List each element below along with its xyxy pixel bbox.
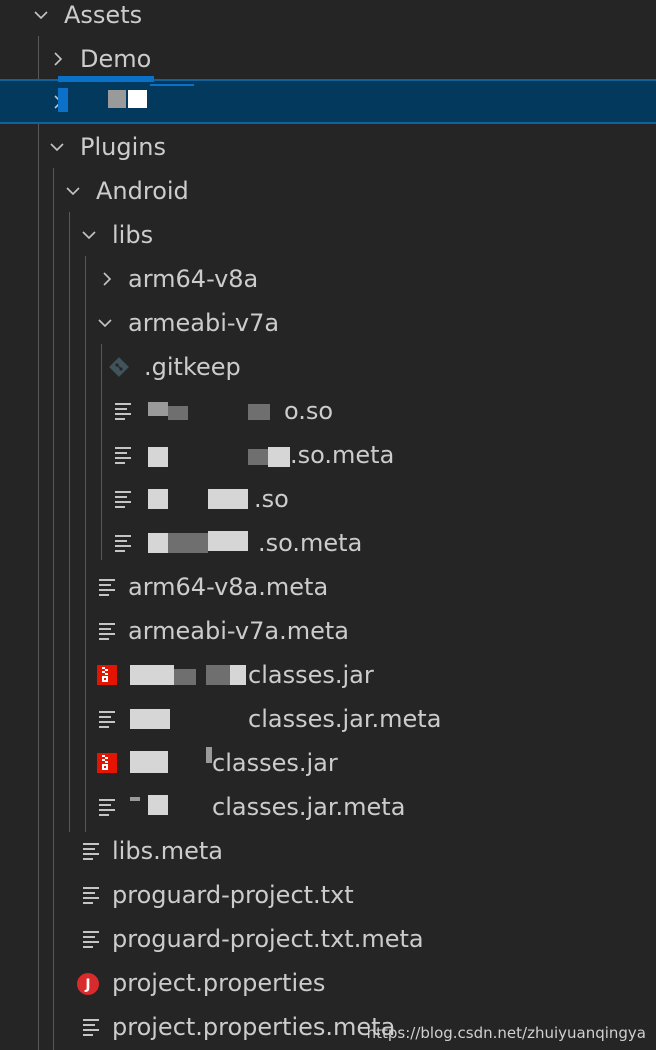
tree-item-label: proguard-project.txt	[112, 881, 354, 909]
chevron-down-icon	[95, 313, 115, 333]
tree-item-demo[interactable]: Demo	[0, 37, 656, 81]
tree-item-label: Assets	[64, 1, 143, 29]
redacted-block	[230, 665, 246, 685]
tree-item-classes-jar-meta[interactable]: classes.jar.meta	[0, 697, 656, 741]
lines-file-icon	[81, 884, 103, 906]
lines-file-icon	[97, 576, 119, 598]
lines-file-icon	[113, 444, 135, 466]
tree-item-label: o.so	[284, 397, 334, 425]
git-diamond-icon	[108, 356, 130, 378]
lines-file-icon	[97, 708, 119, 730]
tree-item-project-properties[interactable]: J project.properties	[0, 961, 656, 1005]
tree-item-classes-jar[interactable]: classes.jar	[0, 741, 656, 785]
tree-item-label: .gitkeep	[144, 353, 241, 381]
lines-file-icon	[113, 488, 135, 510]
lines-file-icon	[81, 840, 103, 862]
tree-item-label: classes.jar	[248, 661, 374, 689]
tree-item-android[interactable]: Android	[0, 169, 656, 213]
chevron-down-icon	[79, 225, 99, 245]
redacted-block	[130, 665, 174, 685]
chevron-down-icon	[31, 5, 51, 25]
redacted-block	[168, 533, 208, 553]
tree-item-plugins[interactable]: Plugins	[0, 125, 656, 169]
svg-text:J: J	[84, 977, 90, 993]
redacted-block	[130, 751, 168, 773]
jar-file-icon	[96, 752, 118, 774]
tree-item-armeabi-v7a[interactable]: armeabi-v7a	[0, 301, 656, 345]
tree-item-label: proguard-project.txt.meta	[112, 925, 424, 953]
tree-item-label: armeabi-v7a	[128, 309, 280, 337]
explorer-tree: Assets Demo Plugins Android libs arm64-v…	[0, 0, 656, 1050]
lines-file-icon	[97, 796, 119, 818]
redacted-block	[128, 90, 147, 108]
tree-item-label: .so.meta	[290, 441, 395, 469]
jar-file-icon	[96, 664, 118, 686]
tree-item-so-meta-file[interactable]: .so.meta	[0, 433, 656, 477]
tree-item-label: project.properties.meta	[112, 1013, 396, 1041]
redacted-block	[130, 797, 140, 801]
lines-file-icon	[81, 928, 103, 950]
redacted-block	[148, 533, 168, 553]
java-properties-icon: J	[76, 972, 99, 995]
tree-item-arm64-v8a[interactable]: arm64-v8a	[0, 257, 656, 301]
tree-item-label: project.properties	[112, 969, 326, 997]
redacted-block	[148, 489, 168, 509]
lines-file-icon	[113, 400, 135, 422]
tree-item-so-meta-file[interactable]: .so.meta	[0, 521, 656, 565]
redaction-mark	[58, 76, 154, 82]
lines-file-icon	[81, 1016, 103, 1038]
redacted-block	[130, 709, 170, 729]
tree-item-label: arm64-v8a.meta	[128, 573, 329, 601]
tree-item-libs[interactable]: libs	[0, 213, 656, 257]
tree-item-label: classes.jar.meta	[212, 793, 406, 821]
tree-item-label: Plugins	[80, 133, 166, 161]
tree-item-libs-meta[interactable]: libs.meta	[0, 829, 656, 873]
tree-item-classes-jar-meta[interactable]: classes.jar.meta	[0, 785, 656, 829]
tree-item-label: Demo	[80, 45, 152, 73]
tree-item-armeabi-v7a-meta[interactable]: armeabi-v7a.meta	[0, 609, 656, 653]
tree-item-so-file[interactable]: .so	[0, 477, 656, 521]
lines-file-icon	[113, 532, 135, 554]
redaction-mark	[150, 84, 194, 86]
redacted-block	[168, 406, 188, 420]
chevron-right-icon	[48, 49, 68, 69]
tree-item-label: libs.meta	[112, 837, 223, 865]
redaction-mark	[58, 88, 68, 112]
redacted-block	[248, 404, 270, 420]
tree-item-label: armeabi-v7a.meta	[128, 617, 349, 645]
lines-file-icon	[97, 620, 119, 642]
tree-item-label: arm64-v8a	[128, 265, 259, 293]
tree-item-label: .so.meta	[258, 529, 363, 557]
redacted-block	[206, 665, 230, 685]
redacted-block	[208, 531, 248, 551]
tree-item-arm64-v8a-meta[interactable]: arm64-v8a.meta	[0, 565, 656, 609]
tree-item-label: libs	[112, 221, 154, 249]
redacted-block	[208, 489, 248, 509]
redacted-block	[174, 669, 196, 685]
redacted-block	[148, 795, 168, 815]
tree-item-assets[interactable]: Assets	[0, 0, 656, 37]
tree-item-classes-jar[interactable]: classes.jar	[0, 653, 656, 697]
tree-item-gitkeep[interactable]: .gitkeep	[0, 345, 656, 389]
chevron-down-icon	[63, 181, 83, 201]
redacted-block	[248, 449, 268, 465]
tree-item-proguard-txt[interactable]: proguard-project.txt	[0, 873, 656, 917]
chevron-down-icon	[47, 137, 67, 157]
chevron-right-icon	[97, 269, 117, 289]
tree-item-label: classes.jar	[212, 749, 338, 777]
tree-item-so-file[interactable]: o.so	[0, 389, 656, 433]
redacted-block	[148, 402, 168, 416]
watermark: https://blog.csdn.net/zhuiyuanqingya	[366, 1024, 646, 1042]
redacted-block	[108, 90, 126, 108]
tree-item-proguard-txt-meta[interactable]: proguard-project.txt.meta	[0, 917, 656, 961]
tree-item-label: .so	[254, 485, 289, 513]
tree-item-label: classes.jar.meta	[248, 705, 442, 733]
tree-item-selected[interactable]	[0, 79, 656, 124]
redacted-block	[268, 447, 290, 467]
redacted-block	[148, 447, 168, 467]
tree-item-label: Android	[96, 177, 189, 205]
